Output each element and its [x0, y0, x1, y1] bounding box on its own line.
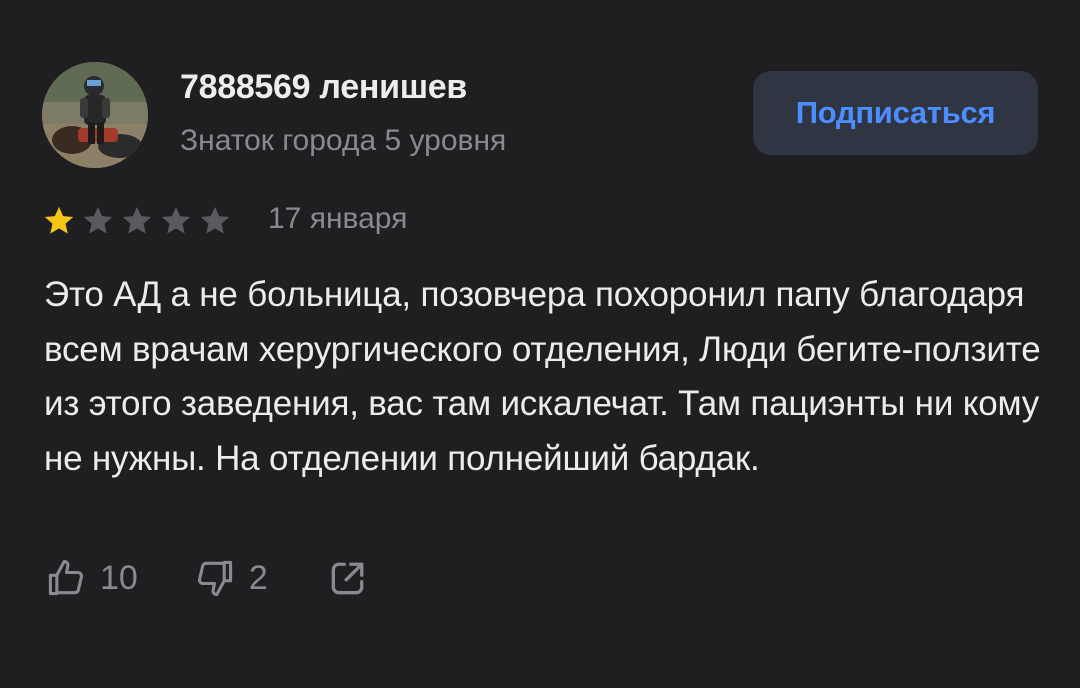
- share-button[interactable]: [326, 556, 370, 600]
- star-empty-icon: [200, 206, 230, 234]
- star-rating: [42, 201, 237, 241]
- review-date: 17 января: [268, 202, 408, 235]
- dislike-count: 2: [248, 558, 268, 597]
- review-card: 7888569 ленишев Знаток города 5 уровня П…: [0, 0, 1080, 688]
- star-empty-icon: [122, 206, 152, 234]
- like-button[interactable]: 10: [44, 556, 138, 600]
- thumbs-up-icon: [48, 559, 84, 596]
- review-actions: 10 2: [44, 553, 370, 603]
- share-icon: [331, 562, 364, 595]
- star-filled-icon: [44, 206, 74, 234]
- like-count: 10: [100, 558, 138, 597]
- dislike-button[interactable]: 2: [193, 556, 268, 600]
- avatar[interactable]: [42, 62, 148, 168]
- avatar-photo-icon: [42, 62, 148, 168]
- subscribe-button[interactable]: Подписаться: [753, 71, 1038, 155]
- thumbs-down-icon: [197, 560, 232, 597]
- star-empty-icon: [83, 206, 113, 234]
- star-empty-icon: [161, 206, 191, 234]
- review-text: Это АД а не больница, позовчера похорони…: [44, 275, 1041, 478]
- author-level: Знаток города 5 уровня: [180, 124, 507, 157]
- author-name[interactable]: 7888569 ленишев: [180, 68, 467, 107]
